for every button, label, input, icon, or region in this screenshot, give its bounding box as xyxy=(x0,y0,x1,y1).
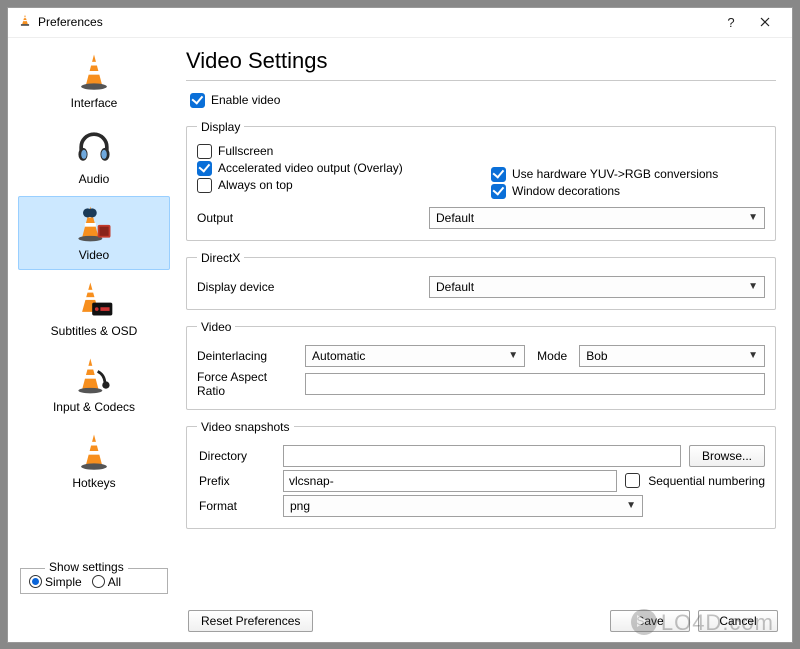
force-aspect-input[interactable] xyxy=(305,373,765,395)
cone-icon xyxy=(70,48,118,94)
sidebar-item-label: Input & Codecs xyxy=(53,400,135,414)
format-label: Format xyxy=(197,499,275,513)
prefix-label: Prefix xyxy=(197,474,275,488)
display-device-select[interactable]: Default▼ xyxy=(429,276,765,298)
force-aspect-label: Force Aspect Ratio xyxy=(197,370,297,398)
cancel-button[interactable]: Cancel xyxy=(698,610,778,632)
sidebar-item-label: Video xyxy=(79,248,109,262)
sidebar-item-video[interactable]: Video xyxy=(18,196,170,270)
sidebar-item-audio[interactable]: Audio xyxy=(18,120,170,194)
enable-video-checkbox[interactable] xyxy=(190,93,205,108)
titlebar: Preferences ? xyxy=(8,8,792,38)
sidebar-item-input-codecs[interactable]: Input & Codecs xyxy=(18,348,170,422)
sequential-checkbox[interactable] xyxy=(625,473,640,488)
browse-button[interactable]: Browse... xyxy=(689,445,765,467)
app-icon xyxy=(18,13,32,32)
sidebar-item-label: Subtitles & OSD xyxy=(51,324,138,338)
snapshots-group: Video snapshots Directory Browse... Pref… xyxy=(186,420,776,529)
sidebar-item-interface[interactable]: Interface xyxy=(18,44,170,118)
group-legend: DirectX xyxy=(197,251,244,265)
video-group: Video Deinterlacing Automatic▼ Mode Bob▼… xyxy=(186,320,776,410)
sequential-label: Sequential numbering xyxy=(648,474,765,488)
output-label: Output xyxy=(197,211,283,225)
radio-simple[interactable]: Simple xyxy=(29,575,82,589)
sidebar-item-subtitles[interactable]: Subtitles & OSD xyxy=(18,272,170,346)
fullscreen-label: Fullscreen xyxy=(218,144,273,158)
close-button[interactable] xyxy=(748,8,782,36)
deinterlacing-select[interactable]: Automatic▼ xyxy=(305,345,525,367)
group-legend: Video snapshots xyxy=(197,420,294,434)
window-decorations-label: Window decorations xyxy=(512,184,620,198)
content-pane: Video Settings Enable video Display Full… xyxy=(176,38,792,602)
show-settings-group: Show settings Simple All xyxy=(20,568,168,594)
directory-label: Directory xyxy=(197,449,275,463)
mode-label: Mode xyxy=(533,349,571,363)
show-settings-legend: Show settings xyxy=(45,560,128,574)
chevron-down-icon: ▼ xyxy=(508,350,518,361)
sidebar-item-label: Interface xyxy=(71,96,118,110)
enable-video-label: Enable video xyxy=(211,93,280,107)
deinterlacing-label: Deinterlacing xyxy=(197,349,297,363)
yuv-checkbox[interactable] xyxy=(491,167,506,182)
save-button[interactable]: Save xyxy=(610,610,690,632)
chevron-down-icon: ▼ xyxy=(748,281,758,292)
cone-codec-icon xyxy=(70,352,118,398)
divider xyxy=(186,80,776,81)
sidebar: Interface Audio Video xyxy=(8,38,176,602)
page-title: Video Settings xyxy=(186,48,776,74)
bottom-bar: Reset Preferences Save Cancel xyxy=(8,602,792,642)
format-select[interactable]: png▼ xyxy=(283,495,643,517)
cone-hotkey-icon xyxy=(70,428,118,474)
reset-button[interactable]: Reset Preferences xyxy=(188,610,313,632)
sidebar-item-label: Hotkeys xyxy=(72,476,115,490)
chevron-down-icon: ▼ xyxy=(748,350,758,361)
accel-label: Accelerated video output (Overlay) xyxy=(218,161,403,175)
chevron-down-icon: ▼ xyxy=(748,212,758,223)
help-button[interactable]: ? xyxy=(714,8,748,36)
directx-group: DirectX Display device Default▼ xyxy=(186,251,776,310)
window-decorations-checkbox[interactable] xyxy=(491,184,506,199)
sidebar-item-hotkeys[interactable]: Hotkeys xyxy=(18,424,170,498)
radio-all[interactable]: All xyxy=(92,575,121,589)
group-legend: Video xyxy=(197,320,235,334)
mode-select[interactable]: Bob▼ xyxy=(579,345,765,367)
group-legend: Display xyxy=(197,120,244,134)
display-group: Display Fullscreen Accelerated video out… xyxy=(186,120,776,241)
display-device-label: Display device xyxy=(197,280,283,294)
cone-film-icon xyxy=(70,200,118,246)
window-title: Preferences xyxy=(38,15,714,29)
headphones-icon xyxy=(70,124,118,170)
output-select[interactable]: Default▼ xyxy=(429,207,765,229)
directory-input[interactable] xyxy=(283,445,681,467)
always-on-top-label: Always on top xyxy=(218,178,293,192)
fullscreen-checkbox[interactable] xyxy=(197,144,212,159)
yuv-label: Use hardware YUV->RGB conversions xyxy=(512,167,718,181)
prefix-input[interactable] xyxy=(283,470,617,492)
accel-checkbox[interactable] xyxy=(197,161,212,176)
sidebar-item-label: Audio xyxy=(79,172,110,186)
cone-osd-icon xyxy=(70,276,118,322)
chevron-down-icon: ▼ xyxy=(626,500,636,511)
always-on-top-checkbox[interactable] xyxy=(197,178,212,193)
preferences-window: Preferences ? Interface Audio xyxy=(7,7,793,643)
